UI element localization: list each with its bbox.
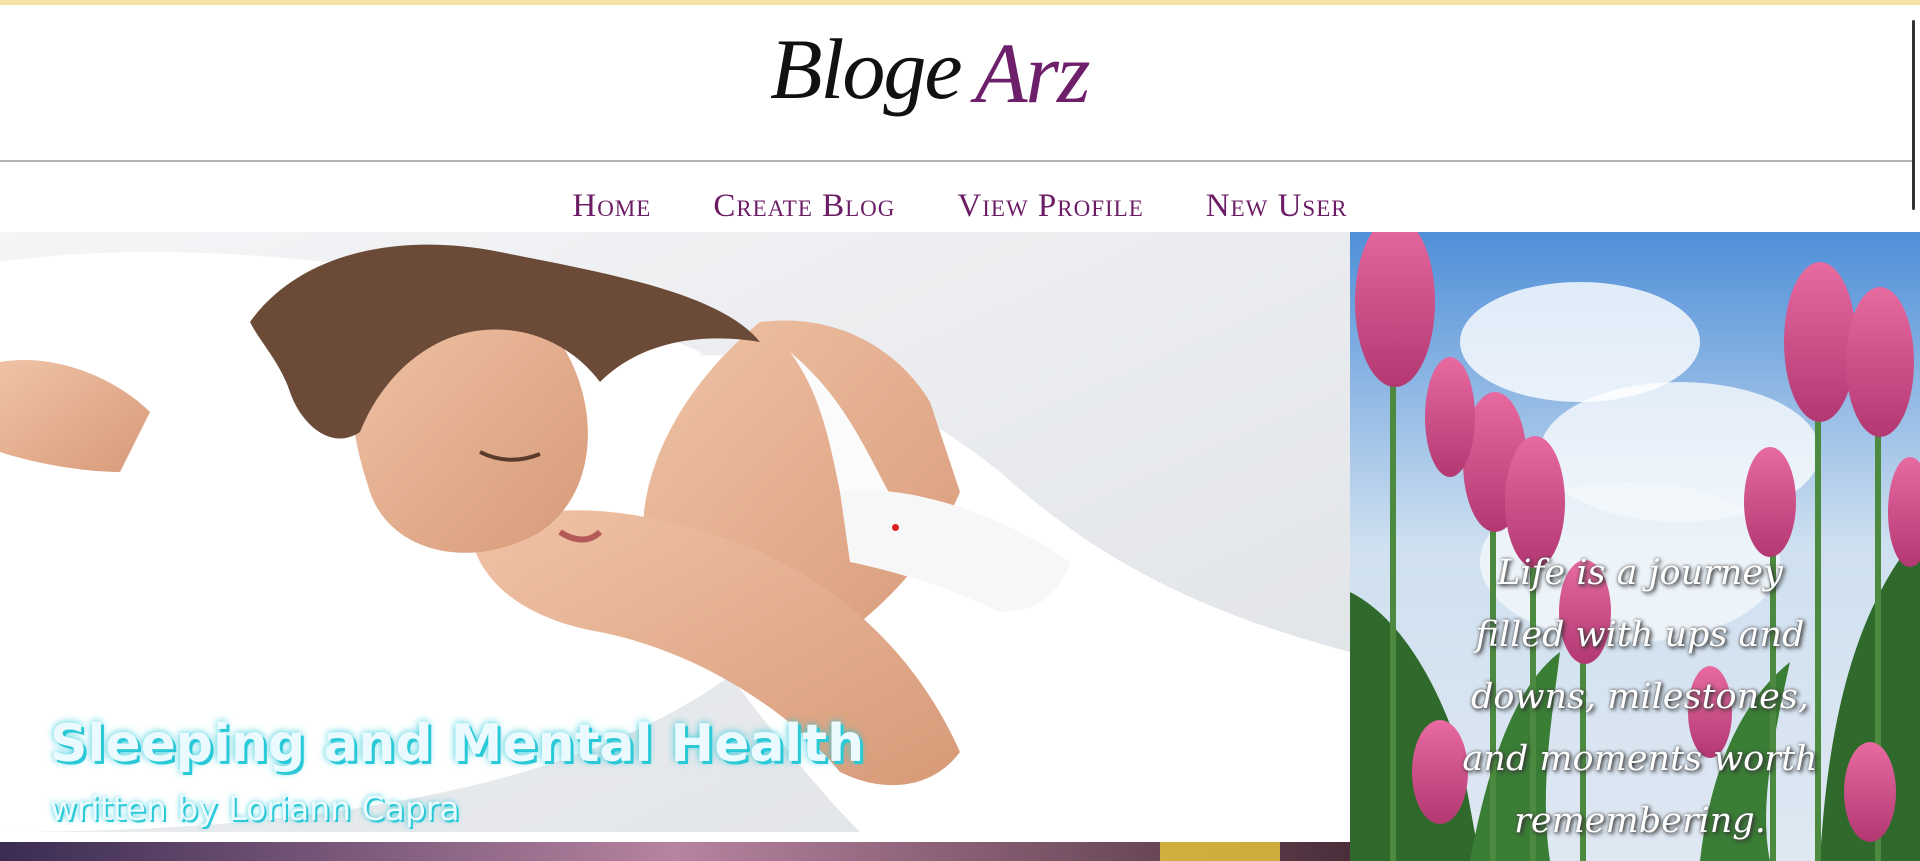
header-divider	[0, 160, 1912, 162]
sidebar-quote-text: Life is a journey filled with ups and do…	[1462, 553, 1818, 841]
nav-view-profile[interactable]: View Profile	[957, 188, 1143, 225]
next-blog-card-preview[interactable]	[0, 842, 1350, 861]
site-header: Bloge Arz	[0, 5, 1920, 161]
page-scrollbar[interactable]	[1912, 20, 1915, 210]
featured-blog-card[interactable]: Sleeping and Mental Health written by Lo…	[0, 232, 1350, 832]
nav-home[interactable]: Home	[572, 188, 651, 225]
cursor-marker	[892, 524, 899, 531]
logo-text-part2: Arz	[975, 25, 1090, 121]
nav-create-blog[interactable]: Create Blog	[713, 188, 895, 225]
next-blog-image	[0, 842, 1350, 861]
site-logo[interactable]: Bloge Arz	[770, 19, 1130, 139]
logo-text-part1: Bloge	[770, 21, 963, 117]
featured-blog-author: written by Loriann Capra	[50, 789, 460, 828]
featured-blog-title[interactable]: Sleeping and Mental Health	[50, 714, 864, 774]
nav-new-user[interactable]: New User	[1206, 188, 1348, 225]
main-nav: Home Create Blog View Profile New User	[0, 188, 1920, 234]
